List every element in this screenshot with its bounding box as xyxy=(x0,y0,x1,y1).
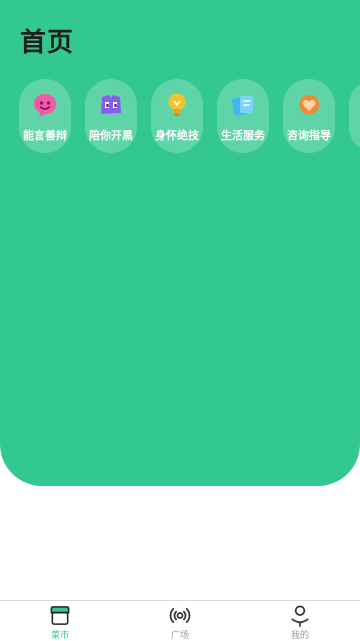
tab-square[interactable]: 广场 xyxy=(120,601,240,641)
category-strip[interactable]: 能言善辩 陪你开黑 身怀绝技 生活服务 咨询指导 xyxy=(19,79,360,155)
broadcast-icon xyxy=(169,607,191,624)
service-cards-icon xyxy=(232,96,253,116)
category-item-skills[interactable]: 身怀绝技 xyxy=(151,79,203,153)
category-label: 陪你开黑 xyxy=(89,129,133,142)
heart-bubble-icon xyxy=(299,94,319,115)
lightbulb-icon xyxy=(168,93,186,116)
tab-label: 我的 xyxy=(290,631,309,641)
tab-label: 菜市 xyxy=(50,631,69,641)
market-stall-icon xyxy=(50,606,70,625)
category-label: 能言善辩 xyxy=(23,129,67,142)
tab-mine[interactable]: 我的 xyxy=(240,601,360,641)
smile-bubble-icon xyxy=(34,94,56,117)
category-item-consulting[interactable]: 咨询指导 xyxy=(283,79,335,153)
category-label: 咨询指导 xyxy=(287,129,331,142)
person-icon xyxy=(291,605,309,627)
page-title: 首页 xyxy=(20,28,75,58)
category-item-life-service[interactable]: 生活服务 xyxy=(217,79,269,153)
category-item-debate[interactable]: 能言善辩 xyxy=(19,79,71,153)
tab-market[interactable]: 菜市 xyxy=(0,601,120,641)
category-label: 生活服务 xyxy=(221,129,265,142)
hero-panel xyxy=(0,0,360,486)
category-label: 身怀绝技 xyxy=(155,129,199,142)
category-item-gaming[interactable]: 陪你开黑 xyxy=(85,79,137,153)
category-item-partial[interactable]: 故 xyxy=(349,79,360,153)
bottom-tab-bar: 菜市 广场 我的 xyxy=(0,600,360,641)
tab-label: 广场 xyxy=(170,631,189,641)
game-character-icon xyxy=(101,95,121,114)
